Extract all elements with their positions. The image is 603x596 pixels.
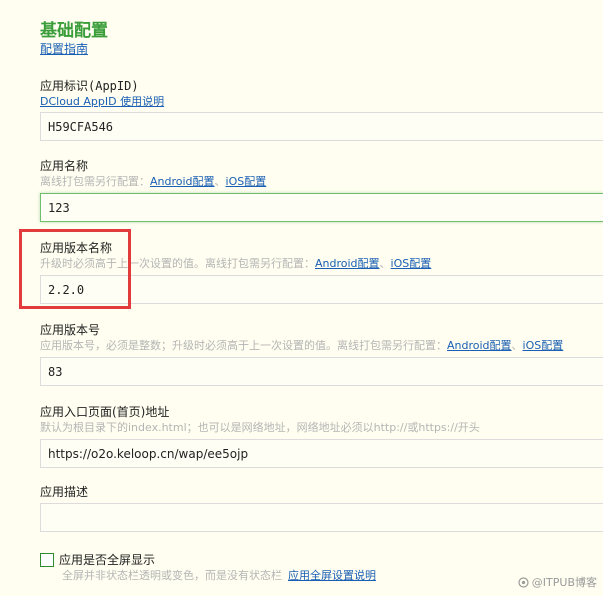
appid-help-link[interactable]: DCloud AppID 使用说明 [40, 94, 603, 109]
watermark-text: @ITPUB博客 [531, 576, 597, 589]
description-label: 应用描述 [40, 485, 89, 499]
itpub-logo-icon [518, 576, 529, 588]
entry-page-hint: 默认为根目录下的index.html；也可以是网络地址，网络地址必须以http:… [40, 421, 480, 434]
version-name-label: 应用版本名称 [40, 241, 113, 255]
version-name-input[interactable] [40, 275, 603, 304]
page-title: 基础配置 [40, 21, 108, 41]
fullscreen-hint-text: 全屏并非状态栏透明或变色，而是没有状态栏 [62, 569, 282, 582]
app-name-hint: 离线打包需另行配置：Android配置、iOS配置 [40, 174, 603, 190]
version-name-field: 应用版本名称 升级时必须高于上一次设置的值。离线打包需另行配置：Android配… [40, 240, 603, 304]
description-input[interactable] [40, 503, 603, 532]
fullscreen-checkbox[interactable] [40, 552, 54, 567]
version-code-field: 应用版本号 应用版本号，必须是整数；升级时必须高于上一次设置的值。离线打包需另行… [40, 322, 603, 386]
fullscreen-help-link[interactable]: 应用全屏设置说明 [288, 569, 376, 582]
fullscreen-label: 应用是否全屏显示 [59, 553, 156, 567]
version-name-ios-link[interactable]: iOS配置 [391, 257, 432, 270]
hint-separator: 、 [214, 175, 226, 188]
entry-page-label: 应用入口页面(首页)地址 [40, 405, 170, 419]
app-name-field: 应用名称 离线打包需另行配置：Android配置、iOS配置 [40, 158, 603, 222]
fullscreen-hint: 全屏并非状态栏透明或变色，而是没有状态栏 应用全屏设置说明 [62, 567, 376, 583]
app-name-input[interactable] [40, 193, 603, 222]
version-name-android-link[interactable]: Android配置 [315, 257, 380, 270]
app-name-hint-text: 离线打包需另行配置： [40, 175, 150, 188]
appid-input[interactable] [40, 112, 603, 141]
appid-label: 应用标识(AppID) [40, 79, 139, 93]
entry-page-input[interactable] [40, 439, 603, 468]
watermark: @ITPUB博客 [518, 574, 597, 590]
version-code-input[interactable] [40, 357, 603, 386]
version-name-hint: 升级时必须高于上一次设置的值。离线打包需另行配置：Android配置、iOS配置 [40, 256, 603, 272]
hint-separator: 、 [511, 339, 523, 352]
config-guide-link[interactable]: 配置指南 [40, 40, 88, 57]
description-field: 应用描述 [40, 484, 603, 532]
hint-separator: 、 [379, 257, 391, 270]
version-code-ios-link[interactable]: iOS配置 [523, 339, 564, 352]
fullscreen-row: 应用是否全屏显示 [40, 551, 155, 568]
app-name-ios-link[interactable]: iOS配置 [226, 175, 267, 188]
version-code-android-link[interactable]: Android配置 [447, 339, 512, 352]
appid-field: 应用标识(AppID) DCloud AppID 使用说明 [40, 78, 603, 141]
version-code-label: 应用版本号 [40, 323, 101, 337]
version-name-hint-text: 升级时必须高于上一次设置的值。离线打包需另行配置： [40, 257, 315, 270]
app-name-android-link[interactable]: Android配置 [150, 175, 215, 188]
entry-page-field: 应用入口页面(首页)地址 默认为根目录下的index.html；也可以是网络地址… [40, 404, 603, 468]
version-code-hint: 应用版本号，必须是整数；升级时必须高于上一次设置的值。离线打包需另行配置：And… [40, 338, 603, 354]
app-name-label: 应用名称 [40, 159, 89, 173]
version-code-hint-text: 应用版本号，必须是整数；升级时必须高于上一次设置的值。离线打包需另行配置： [40, 339, 447, 352]
